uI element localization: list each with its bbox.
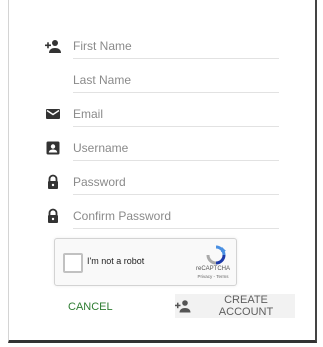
recaptcha-widget: I'm not a robot reCAPTCHA Privacy - Term… [54,238,237,286]
add-person-icon [175,299,191,313]
cancel-button[interactable]: CANCEL [62,296,119,318]
username-input[interactable] [73,136,279,161]
first-name-input[interactable] [73,34,279,59]
create-account-button[interactable]: CREATE ACCOUNT [175,294,295,318]
last-name-row [9,64,318,98]
email-row [9,98,318,132]
account-box-icon [45,140,61,156]
password-row [9,166,318,200]
confirm-password-row [9,200,318,234]
lock-icon [45,208,61,224]
cancel-button-label: CANCEL [68,301,113,313]
password-input[interactable] [73,170,279,195]
confirm-password-input[interactable] [73,204,279,229]
recaptcha-label: I'm not a robot [87,256,145,266]
create-account-label: CREATE ACCOUNT [218,294,274,318]
recaptcha-checkbox[interactable] [63,253,83,273]
recaptcha-logo-icon [205,245,227,265]
recaptcha-brand: reCAPTCHA [195,266,230,272]
first-name-row [9,30,318,64]
add-person-icon [45,38,61,54]
email-input[interactable] [73,102,279,127]
recaptcha-terms-link[interactable]: Privacy - Terms [185,274,241,279]
signup-form: I'm not a robot reCAPTCHA Privacy - Term… [8,0,317,343]
last-name-input[interactable] [73,68,279,93]
envelope-icon [45,106,61,122]
username-row [9,132,318,166]
lock-icon [45,174,61,190]
